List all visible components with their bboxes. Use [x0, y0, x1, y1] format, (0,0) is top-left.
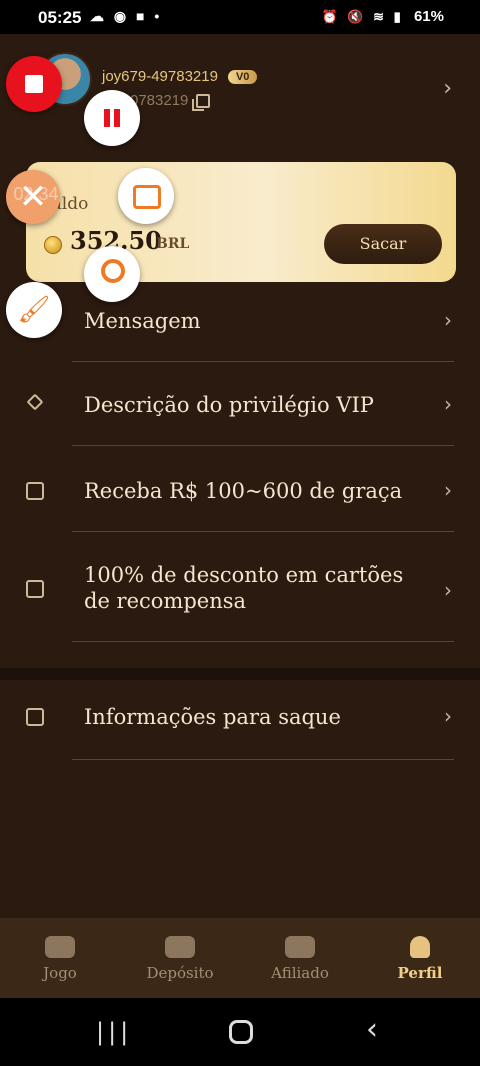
coin-icon	[44, 236, 62, 254]
menu-item-label: Informações para saque	[84, 705, 341, 729]
menu-item-label: Descrição do privilégio VIP	[84, 393, 374, 417]
record-stop-button[interactable]	[6, 56, 62, 112]
diamond-icon	[26, 393, 44, 411]
user-id: 0783219	[130, 92, 189, 109]
bottom-nav: Jogo Depósito Afiliado Perfil	[0, 918, 480, 998]
notification-icons: ☁ ◉ ■ •	[90, 8, 163, 24]
chevron-right-icon: ›	[444, 478, 452, 502]
username: joy679-49783219	[102, 68, 218, 85]
share-icon	[285, 936, 315, 958]
userid-row: 0783219	[130, 92, 211, 111]
menu-list: Mensagem › Descrição do privilégio VIP ›…	[0, 278, 480, 642]
menu-item-withdraw-info[interactable]: Informações para saque ›	[0, 680, 480, 760]
back-button[interactable]: ‹	[366, 1012, 378, 1047]
nav-item-perfil[interactable]: Perfil	[360, 918, 480, 998]
nav-label: Depósito	[146, 964, 214, 982]
menu-item-label: Receba R$ 100~600 de graça	[84, 479, 403, 503]
nav-label: Jogo	[43, 964, 77, 982]
screenshot-button[interactable]	[118, 168, 174, 224]
copy-icon[interactable]	[192, 93, 211, 111]
nav-item-afiliado[interactable]: Afiliado	[240, 918, 360, 998]
menu-item-free-bonus[interactable]: Receba R$ 100~600 de graça ›	[0, 446, 480, 532]
nav-item-deposito[interactable]: Depósito	[120, 918, 240, 998]
system-status-icons: ⏰ 🔇 ≋ ▮	[321, 9, 404, 24]
record-timer: 02:34	[13, 184, 59, 204]
nav-item-jogo[interactable]: Jogo	[0, 918, 120, 998]
user-icon	[410, 936, 430, 958]
nav-label: Afiliado	[271, 964, 329, 982]
status-right: ⏰ 🔇 ≋ ▮ 61%	[322, 8, 444, 25]
gift-icon	[26, 482, 44, 500]
vip-badge: V0	[227, 69, 258, 84]
nav-label: Perfil	[397, 964, 443, 982]
menu-item-label: Mensagem	[84, 309, 201, 333]
balance-currency: BRL	[156, 236, 190, 252]
username-row: joy679-49783219 V0	[102, 68, 258, 85]
battery-level: 61%	[413, 8, 444, 25]
home-button[interactable]	[229, 1020, 253, 1044]
brush-icon[interactable]: 🖌	[6, 282, 62, 338]
status-bar: 05:25 ☁ ◉ ■ • ⏰ 🔇 ≋ ▮ 61%	[0, 0, 480, 34]
recent-apps-button[interactable]: |||	[96, 1018, 132, 1046]
divider	[72, 641, 454, 642]
webcam-button[interactable]	[84, 246, 140, 302]
card-icon	[26, 580, 44, 598]
profile-screen: joy679-49783219 V0 0783219 › Saldo 352.5…	[0, 34, 480, 918]
menu-item-message[interactable]: Mensagem ›	[0, 278, 480, 362]
chevron-right-icon: ›	[444, 392, 452, 416]
status-time: 05:25	[38, 8, 82, 27]
divider	[72, 759, 454, 760]
menu-item-reward-cards[interactable]: 100% de desconto em cartões de recompens…	[0, 532, 480, 642]
chevron-right-icon: ›	[444, 578, 452, 602]
chevron-right-icon: ›	[444, 704, 452, 728]
menu-item-vip[interactable]: Descrição do privilégio VIP ›	[0, 362, 480, 446]
chevron-right-icon[interactable]: ›	[443, 76, 452, 101]
withdraw-button[interactable]: Sacar	[324, 224, 442, 264]
wallet-icon	[165, 936, 195, 958]
record-pause-button[interactable]	[84, 90, 140, 146]
profile-header[interactable]: joy679-49783219 V0 0783219 ›	[0, 34, 480, 154]
document-icon	[26, 708, 44, 726]
system-nav: ||| ‹	[0, 998, 480, 1066]
section-separator	[0, 668, 480, 680]
chevron-right-icon: ›	[444, 308, 452, 332]
gamepad-icon	[45, 936, 75, 958]
menu-item-label: 100% de desconto em cartões de recompens…	[84, 563, 404, 613]
